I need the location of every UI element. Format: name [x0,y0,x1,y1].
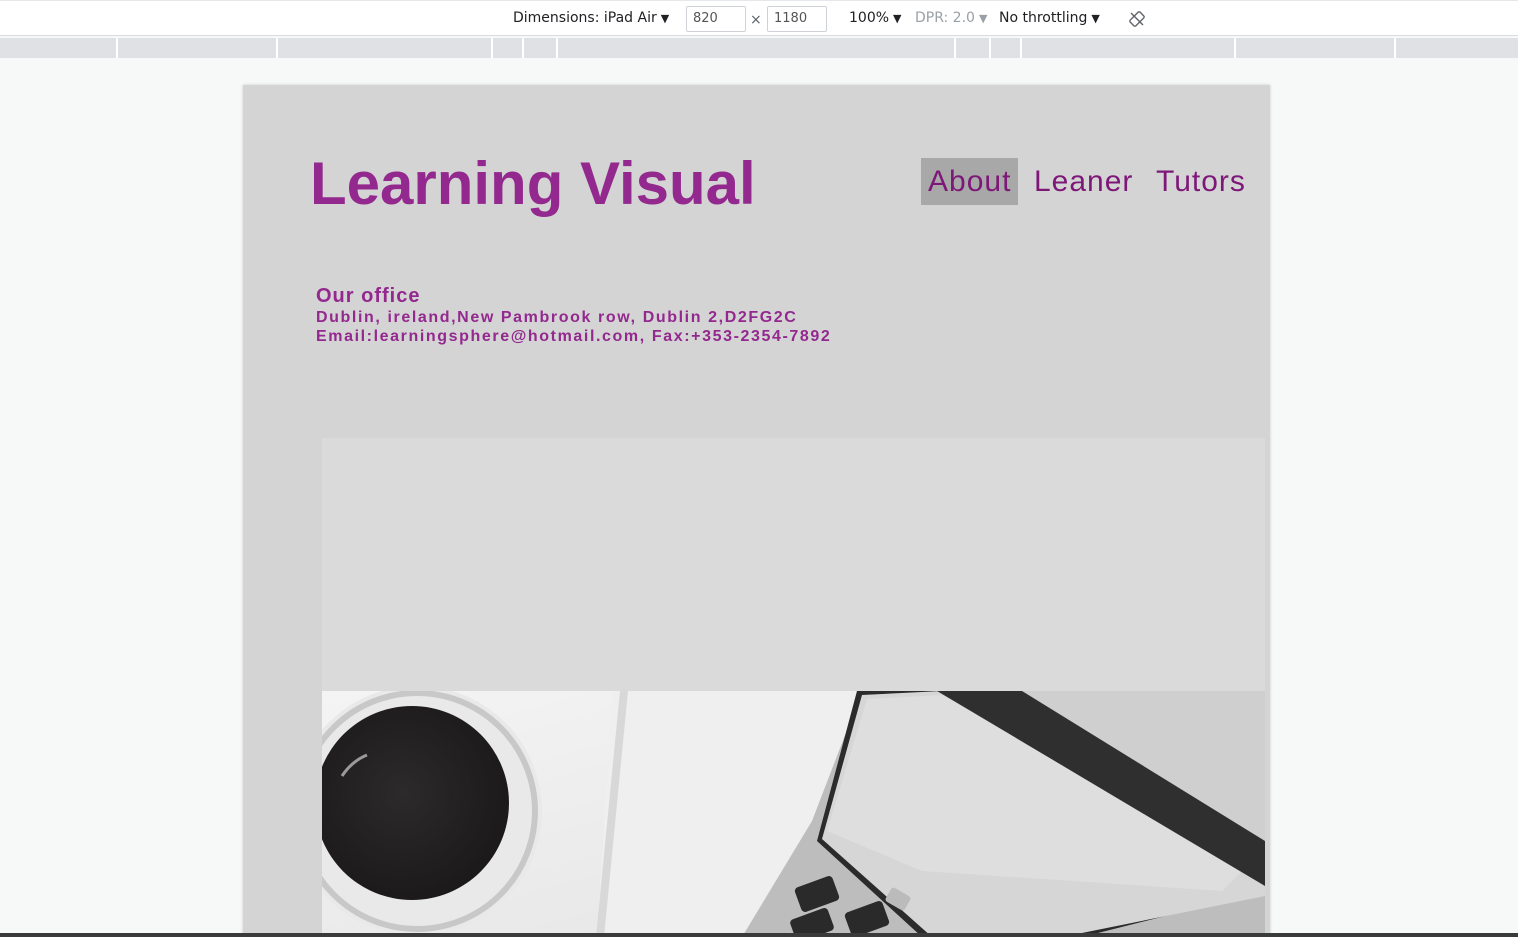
throttling-label: No throttling [999,10,1088,26]
device-dimensions-dropdown[interactable]: Dimensions: iPad Air ▼ [513,10,669,26]
chevron-down-icon: ▼ [893,12,902,25]
office-address: Dublin, ireland,New Pambrook row, Dublin… [316,309,798,326]
viewport-width-input[interactable]: 820 [686,6,746,32]
zoom-dropdown[interactable]: 100% ▼ [849,10,902,26]
nav-leaner[interactable]: Leaner [1027,158,1140,205]
chevron-down-icon: ▼ [978,12,988,25]
nav-tutors[interactable]: Tutors [1149,158,1253,205]
office-info: Our office Dublin, ireland,New Pambrook … [316,284,831,346]
main-nav: About Leaner Tutors [243,158,1270,206]
times-icon: × [750,12,762,28]
chevron-down-icon: ▼ [1091,12,1100,25]
chevron-down-icon: ▼ [660,12,670,25]
device-dimensions-label: Dimensions: iPad Air [513,10,657,26]
office-heading: Our office [316,285,421,307]
nav-about[interactable]: About [921,158,1018,205]
rotate-icon[interactable] [1128,10,1146,28]
zoom-label: 100% [849,10,890,26]
hero-banner [322,438,1265,937]
dpr-dropdown[interactable]: DPR: 2.0 ▼ [915,10,987,26]
devtools-device-toolbar: Dimensions: iPad Air ▼ 820 × 1180 100% ▼ D… [0,0,1518,36]
viewport-height-input[interactable]: 1180 [767,6,827,32]
dpr-label: DPR: 2.0 [915,10,975,26]
media-query-ruler[interactable] [0,38,1518,58]
desk-photo [322,691,1265,937]
window-bottom-edge [0,933,1518,937]
device-viewport: Learning Visual About Leaner Tutors Our … [243,85,1270,937]
office-contact: Email:learningsphere@hotmail.com, Fax:+3… [316,328,832,345]
throttling-dropdown[interactable]: No throttling ▼ [999,10,1100,26]
